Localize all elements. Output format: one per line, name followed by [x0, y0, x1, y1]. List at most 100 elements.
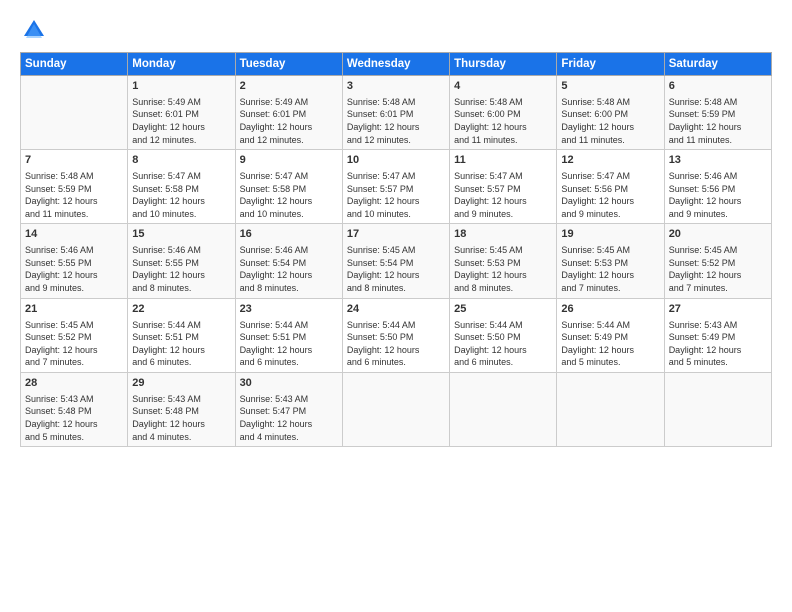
- cell-content: Sunrise: 5:44 AM Sunset: 5:50 PM Dayligh…: [347, 319, 445, 369]
- calendar-table: SundayMondayTuesdayWednesdayThursdayFrid…: [20, 52, 772, 447]
- cell-content: Sunrise: 5:43 AM Sunset: 5:47 PM Dayligh…: [240, 393, 338, 443]
- calendar-cell: 18 Sunrise: 5:45 AM Sunset: 5:53 PM Dayli…: [450, 224, 557, 298]
- calendar-cell: 22Sunrise: 5:44 AM Sunset: 5:51 PM Dayli…: [128, 298, 235, 372]
- day-number: 2: [240, 79, 338, 94]
- calendar-cell: 14 Sunrise: 5:46 AM Sunset: 5:55 PM Dayli…: [21, 224, 128, 298]
- header-day-friday: Friday: [557, 53, 664, 76]
- calendar-cell: 11 Sunrise: 5:47 AM Sunset: 5:57 PM Dayli…: [450, 150, 557, 224]
- calendar-cell: [557, 372, 664, 446]
- cell-content: Sunrise: 5:43 AM Sunset: 5:49 PM Dayligh…: [669, 319, 767, 369]
- cell-content: Sunrise: 5:46 AM Sunset: 5:54 PM Dayligh…: [240, 244, 338, 294]
- calendar-cell: 4 Sunrise: 5:48 AM Sunset: 6:00 PM Daylig…: [450, 76, 557, 150]
- calendar-cell: 26Sunrise: 5:44 AM Sunset: 5:49 PM Dayli…: [557, 298, 664, 372]
- day-number: 10: [347, 153, 445, 168]
- day-number: 11: [454, 153, 552, 168]
- cell-content: Sunrise: 5:44 AM Sunset: 5:49 PM Dayligh…: [561, 319, 659, 369]
- day-number: 6: [669, 79, 767, 94]
- day-number: 17: [347, 227, 445, 242]
- logo: [20, 16, 52, 44]
- calendar-cell: 7Sunrise: 5:48 AM Sunset: 5:59 PM Daylig…: [21, 150, 128, 224]
- page: SundayMondayTuesdayWednesdayThursdayFrid…: [0, 0, 792, 612]
- calendar-cell: [450, 372, 557, 446]
- cell-content: Sunrise: 5:45 AM Sunset: 5:52 PM Dayligh…: [669, 244, 767, 294]
- calendar-cell: 12 Sunrise: 5:47 AM Sunset: 5:56 PM Dayli…: [557, 150, 664, 224]
- cell-content: Sunrise: 5:45 AM Sunset: 5:54 PM Dayligh…: [347, 244, 445, 294]
- cell-content: Sunrise: 5:45 AM Sunset: 5:53 PM Dayligh…: [561, 244, 659, 294]
- day-number: 9: [240, 153, 338, 168]
- calendar-cell: 19 Sunrise: 5:45 AM Sunset: 5:53 PM Dayli…: [557, 224, 664, 298]
- cell-content: Sunrise: 5:47 AM Sunset: 5:56 PM Dayligh…: [561, 170, 659, 220]
- cell-content: Sunrise: 5:49 AM Sunset: 6:01 PM Dayligh…: [240, 96, 338, 146]
- day-number: 25: [454, 302, 552, 317]
- calendar-cell: 1 Sunrise: 5:49 AM Sunset: 6:01 PM Daylig…: [128, 76, 235, 150]
- day-number: 18: [454, 227, 552, 242]
- calendar-cell: 29 Sunrise: 5:43 AM Sunset: 5:48 PM Dayli…: [128, 372, 235, 446]
- calendar-cell: 25 Sunrise: 5:44 AM Sunset: 5:50 PM Dayli…: [450, 298, 557, 372]
- calendar-cell: 21Sunrise: 5:45 AM Sunset: 5:52 PM Dayli…: [21, 298, 128, 372]
- week-row-1: 7Sunrise: 5:48 AM Sunset: 5:59 PM Daylig…: [21, 150, 772, 224]
- calendar-cell: 5 Sunrise: 5:48 AM Sunset: 6:00 PM Daylig…: [557, 76, 664, 150]
- cell-content: Sunrise: 5:44 AM Sunset: 5:51 PM Dayligh…: [240, 319, 338, 369]
- day-number: 30: [240, 376, 338, 391]
- cell-content: Sunrise: 5:44 AM Sunset: 5:50 PM Dayligh…: [454, 319, 552, 369]
- day-number: 12: [561, 153, 659, 168]
- cell-content: Sunrise: 5:46 AM Sunset: 5:55 PM Dayligh…: [132, 244, 230, 294]
- day-number: 28: [25, 376, 123, 391]
- day-number: 7: [25, 153, 123, 168]
- header-day-tuesday: Tuesday: [235, 53, 342, 76]
- day-number: 1: [132, 79, 230, 94]
- day-number: 24: [347, 302, 445, 317]
- calendar-cell: 3Sunrise: 5:48 AM Sunset: 6:01 PM Daylig…: [342, 76, 449, 150]
- week-row-3: 21Sunrise: 5:45 AM Sunset: 5:52 PM Dayli…: [21, 298, 772, 372]
- cell-content: Sunrise: 5:47 AM Sunset: 5:57 PM Dayligh…: [454, 170, 552, 220]
- header-day-monday: Monday: [128, 53, 235, 76]
- calendar-cell: 28 Sunrise: 5:43 AM Sunset: 5:48 PM Dayli…: [21, 372, 128, 446]
- calendar-cell: 20 Sunrise: 5:45 AM Sunset: 5:52 PM Dayli…: [664, 224, 771, 298]
- day-number: 27: [669, 302, 767, 317]
- cell-content: Sunrise: 5:45 AM Sunset: 5:53 PM Dayligh…: [454, 244, 552, 294]
- header-day-wednesday: Wednesday: [342, 53, 449, 76]
- day-number: 20: [669, 227, 767, 242]
- cell-content: Sunrise: 5:47 AM Sunset: 5:58 PM Dayligh…: [240, 170, 338, 220]
- calendar-cell: 16 Sunrise: 5:46 AM Sunset: 5:54 PM Dayli…: [235, 224, 342, 298]
- day-number: 16: [240, 227, 338, 242]
- calendar-cell: 6 Sunrise: 5:48 AM Sunset: 5:59 PM Daylig…: [664, 76, 771, 150]
- day-number: 5: [561, 79, 659, 94]
- calendar-cell: 30 Sunrise: 5:43 AM Sunset: 5:47 PM Dayli…: [235, 372, 342, 446]
- calendar-cell: 24 Sunrise: 5:44 AM Sunset: 5:50 PM Dayli…: [342, 298, 449, 372]
- calendar-cell: 17 Sunrise: 5:45 AM Sunset: 5:54 PM Dayli…: [342, 224, 449, 298]
- cell-content: Sunrise: 5:47 AM Sunset: 5:57 PM Dayligh…: [347, 170, 445, 220]
- day-number: 19: [561, 227, 659, 242]
- logo-icon: [20, 16, 48, 44]
- cell-content: Sunrise: 5:43 AM Sunset: 5:48 PM Dayligh…: [25, 393, 123, 443]
- header-row: SundayMondayTuesdayWednesdayThursdayFrid…: [21, 53, 772, 76]
- day-number: 4: [454, 79, 552, 94]
- header-day-thursday: Thursday: [450, 53, 557, 76]
- calendar-cell: 15 Sunrise: 5:46 AM Sunset: 5:55 PM Dayli…: [128, 224, 235, 298]
- header-day-sunday: Sunday: [21, 53, 128, 76]
- calendar-cell: 8Sunrise: 5:47 AM Sunset: 5:58 PM Daylig…: [128, 150, 235, 224]
- day-number: 29: [132, 376, 230, 391]
- day-number: 8: [132, 153, 230, 168]
- day-number: 23: [240, 302, 338, 317]
- header: [20, 16, 772, 44]
- calendar-cell: [21, 76, 128, 150]
- cell-content: Sunrise: 5:48 AM Sunset: 5:59 PM Dayligh…: [669, 96, 767, 146]
- week-row-4: 28 Sunrise: 5:43 AM Sunset: 5:48 PM Dayli…: [21, 372, 772, 446]
- calendar-cell: 23 Sunrise: 5:44 AM Sunset: 5:51 PM Dayli…: [235, 298, 342, 372]
- week-row-0: 1 Sunrise: 5:49 AM Sunset: 6:01 PM Daylig…: [21, 76, 772, 150]
- day-number: 14: [25, 227, 123, 242]
- cell-content: Sunrise: 5:45 AM Sunset: 5:52 PM Dayligh…: [25, 319, 123, 369]
- calendar-cell: [664, 372, 771, 446]
- header-day-saturday: Saturday: [664, 53, 771, 76]
- cell-content: Sunrise: 5:48 AM Sunset: 6:01 PM Dayligh…: [347, 96, 445, 146]
- calendar-cell: 9 Sunrise: 5:47 AM Sunset: 5:58 PM Daylig…: [235, 150, 342, 224]
- calendar-cell: 2 Sunrise: 5:49 AM Sunset: 6:01 PM Daylig…: [235, 76, 342, 150]
- cell-content: Sunrise: 5:48 AM Sunset: 6:00 PM Dayligh…: [454, 96, 552, 146]
- cell-content: Sunrise: 5:48 AM Sunset: 6:00 PM Dayligh…: [561, 96, 659, 146]
- calendar-cell: 10 Sunrise: 5:47 AM Sunset: 5:57 PM Dayli…: [342, 150, 449, 224]
- day-number: 15: [132, 227, 230, 242]
- cell-content: Sunrise: 5:43 AM Sunset: 5:48 PM Dayligh…: [132, 393, 230, 443]
- cell-content: Sunrise: 5:46 AM Sunset: 5:55 PM Dayligh…: [25, 244, 123, 294]
- cell-content: Sunrise: 5:49 AM Sunset: 6:01 PM Dayligh…: [132, 96, 230, 146]
